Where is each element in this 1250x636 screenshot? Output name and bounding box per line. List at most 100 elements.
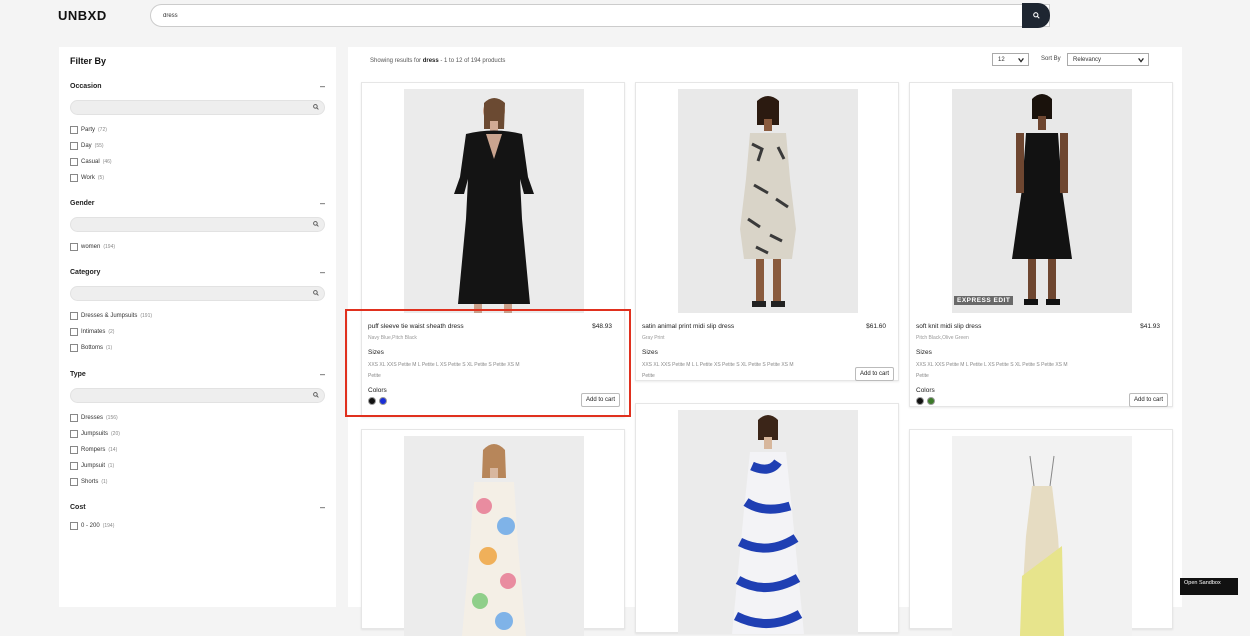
filter-option[interactable]: Party (72) xyxy=(70,122,325,138)
results-query: dress xyxy=(422,58,439,64)
results-panel: Showing results for dress - 1 to 12 of 1… xyxy=(348,47,1182,636)
add-to-cart-button[interactable]: Add to cart xyxy=(1129,393,1169,407)
checkbox[interactable] xyxy=(70,446,78,454)
facet-header[interactable]: Occasion – xyxy=(70,82,325,95)
checkbox[interactable] xyxy=(70,142,78,150)
filter-title: Filter By xyxy=(70,56,107,66)
checkbox[interactable] xyxy=(70,158,78,166)
facet-header[interactable]: Category – xyxy=(70,268,325,281)
facet-header[interactable]: Gender – xyxy=(70,199,325,212)
option-label: women xyxy=(81,244,101,250)
facet-search-input[interactable] xyxy=(70,286,325,301)
product-image[interactable] xyxy=(404,89,584,313)
checkbox[interactable] xyxy=(70,478,78,486)
sort-select[interactable]: Relevancy xyxy=(1067,53,1149,66)
checkbox[interactable] xyxy=(70,328,78,336)
filter-option[interactable]: Day (55) xyxy=(70,138,325,154)
add-to-cart-button[interactable]: Add to cart xyxy=(581,393,621,407)
checkbox[interactable] xyxy=(70,522,78,530)
search-icon xyxy=(1032,12,1040,19)
filter-option[interactable]: 0 - 200 (194) xyxy=(70,518,325,534)
search-box xyxy=(150,4,1050,27)
sizes-list[interactable]: XXS XL XXS Petite M L L Petite XS Petite… xyxy=(642,360,802,382)
facet-occasion: Occasion – Party (72) Day (55) Casual (46) … xyxy=(70,82,325,186)
checkbox[interactable] xyxy=(70,430,78,438)
facet-search-input[interactable] xyxy=(70,217,325,232)
product-image[interactable] xyxy=(952,436,1132,636)
sizes-list[interactable]: XXS XL XXS Petite M L Petite L XS Petite… xyxy=(368,360,528,382)
option-count: (191) xyxy=(140,313,153,319)
checkbox[interactable] xyxy=(70,243,78,251)
product-card[interactable]: puff sleeve tie waist sheath dress $48.9… xyxy=(361,82,625,417)
color-swatch-green[interactable] xyxy=(927,397,935,405)
per-page-select[interactable]: 12 xyxy=(992,53,1029,66)
product-card[interactable]: EXPRESS EDIT soft knit midi slip dress $… xyxy=(909,82,1173,407)
facet-title: Type xyxy=(70,371,86,378)
product-price: $48.93 xyxy=(592,323,612,330)
filter-option[interactable]: Dresses & Jumpsuits (191) xyxy=(70,308,325,324)
search-icon xyxy=(313,392,319,398)
checkbox[interactable] xyxy=(70,126,78,134)
checkbox[interactable] xyxy=(70,344,78,352)
product-card[interactable] xyxy=(361,429,625,636)
brand-logo[interactable]: UNBXD xyxy=(58,8,107,23)
product-name[interactable]: soft knit midi slip dress xyxy=(916,323,981,330)
filter-option[interactable]: Intimates (2) xyxy=(70,324,325,340)
option-count: (14) xyxy=(108,447,118,453)
filter-option[interactable]: Dresses (156) xyxy=(70,410,325,426)
collapse-icon[interactable]: – xyxy=(320,268,325,277)
filter-option[interactable]: Shorts (1) xyxy=(70,474,325,490)
facet-category: Category – Dresses & Jumpsuits (191) Inti… xyxy=(70,268,325,356)
option-label: Dresses & Jumpsuits xyxy=(81,313,138,319)
checkbox[interactable] xyxy=(70,414,78,422)
product-card[interactable] xyxy=(909,429,1173,636)
search-input[interactable] xyxy=(161,5,1021,26)
collapse-icon[interactable]: – xyxy=(320,199,325,208)
checkbox[interactable] xyxy=(70,312,78,320)
product-image[interactable]: EXPRESS EDIT xyxy=(952,89,1132,313)
option-label: Bottoms xyxy=(81,345,104,351)
color-swatch-black[interactable] xyxy=(368,397,376,405)
open-sandbox-button[interactable]: Open Sandbox xyxy=(1180,578,1238,595)
filter-option[interactable]: Casual (46) xyxy=(70,154,325,170)
option-label: Intimates xyxy=(81,329,106,335)
product-card[interactable] xyxy=(635,403,899,634)
filter-option[interactable]: Work (5) xyxy=(70,170,325,186)
top-bar: UNBXD xyxy=(0,0,1250,40)
product-name[interactable]: puff sleeve tie waist sheath dress xyxy=(368,323,464,330)
product-card[interactable]: satin animal print midi slip dress $61.6… xyxy=(635,82,899,381)
facet-type: Type – Dresses (156) Jumpsuits (20) Romper… xyxy=(70,370,325,490)
facet-search-input[interactable] xyxy=(70,388,325,403)
checkbox[interactable] xyxy=(70,174,78,182)
option-label: Party xyxy=(81,127,96,133)
facet-title: Occasion xyxy=(70,83,102,90)
collapse-icon[interactable]: – xyxy=(320,82,325,91)
filter-option[interactable]: Rompers (14) xyxy=(70,442,325,458)
facet-search-input[interactable] xyxy=(70,100,325,115)
option-label: 0 - 200 xyxy=(81,523,100,529)
product-name[interactable]: satin animal print midi slip dress xyxy=(642,323,734,330)
facet-header[interactable]: Cost – xyxy=(70,503,325,516)
color-swatch-blue[interactable] xyxy=(379,397,387,405)
option-label: Work xyxy=(81,175,95,181)
results-count: - 1 to 12 of 194 products xyxy=(440,58,506,64)
collapse-icon[interactable]: – xyxy=(320,370,325,379)
filter-option[interactable]: Bottoms (1) xyxy=(70,340,325,356)
product-price: $61.60 xyxy=(866,323,886,330)
facet-title: Cost xyxy=(70,504,86,511)
product-image[interactable] xyxy=(404,436,584,636)
option-label: Dresses xyxy=(81,415,104,421)
filter-option[interactable]: Jumpsuit (1) xyxy=(70,458,325,474)
product-image[interactable] xyxy=(678,410,858,634)
search-icon xyxy=(313,290,319,296)
collapse-icon[interactable]: – xyxy=(320,503,325,512)
filter-option[interactable]: Jumpsuits (20) xyxy=(70,426,325,442)
product-image[interactable] xyxy=(678,89,858,313)
add-to-cart-button[interactable]: Add to cart xyxy=(855,367,895,381)
search-button[interactable] xyxy=(1022,3,1050,28)
sizes-list[interactable]: XXS XL XXS Petite M L Petite L XS Petite… xyxy=(916,360,1076,382)
facet-header[interactable]: Type – xyxy=(70,370,325,383)
color-swatch-black[interactable] xyxy=(916,397,924,405)
filter-option[interactable]: women (194) xyxy=(70,239,325,255)
checkbox[interactable] xyxy=(70,462,78,470)
